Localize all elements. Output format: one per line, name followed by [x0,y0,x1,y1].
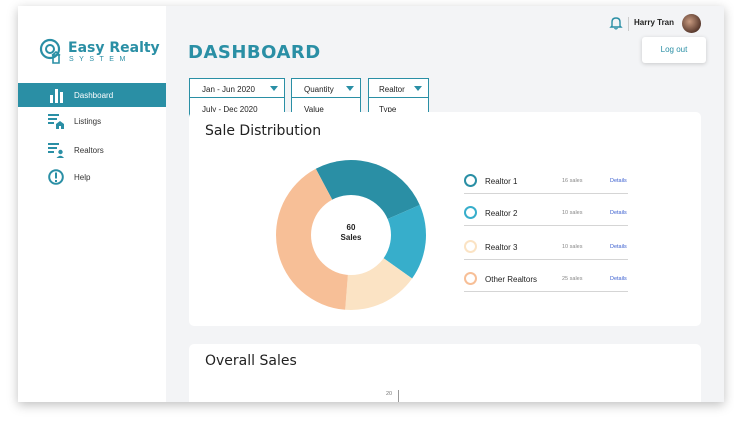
metric-dropdown[interactable]: Quantity [291,78,361,98]
card-title: Sale Distribution [205,123,322,139]
sidebar-item-realtors[interactable]: Realtors [18,138,166,162]
legend-row-realtor-2: Realtor 2 10 sales Details [464,202,628,226]
page-title: DASHBOARD [188,42,321,63]
logo-title: Easy Realty [68,40,160,56]
bell-icon[interactable] [609,16,623,30]
sidebar-item-listings[interactable]: Listings [18,109,166,133]
user-name[interactable]: Harry Tran [634,18,674,27]
dropdown-selected-value: Realtor [379,85,405,94]
legend-name: Realtor 2 [485,209,518,218]
legend-name: Realtor 3 [485,243,518,252]
details-link[interactable]: Details [610,210,627,216]
legend-name: Realtor 1 [485,177,518,186]
legend-count: 10 sales [562,210,583,216]
legend-marker-icon [464,272,477,285]
legend-count: 25 sales [562,276,583,282]
card-title: Overall Sales [205,353,297,369]
logo-subtitle: SYSTEM [69,56,131,63]
legend-name: Other Realtors [485,275,538,284]
caret-down-icon [414,86,422,91]
sale-distribution-card: Sale Distribution 60 Sales Realtor 1 16 … [189,112,701,326]
overall-sales-card: Overall Sales [189,344,701,402]
legend-marker-icon [464,206,477,219]
dropdown-selected-value: Jan - Jun 2020 [202,85,255,94]
topbar-divider [628,17,629,31]
details-link[interactable]: Details [610,244,627,250]
logout-button[interactable]: Log out [642,37,706,63]
legend-marker-icon [464,240,477,253]
donut-chart: 60 Sales [276,160,426,310]
sidebar-item-dashboard[interactable]: Dashboard [18,83,166,107]
app-window: Easy Realty SYSTEM Dashboard Listings Re… [18,6,724,402]
sidebar: Easy Realty SYSTEM Dashboard Listings Re… [18,6,166,402]
listings-house-icon [48,114,64,129]
sidebar-item-help[interactable]: Help [18,165,166,189]
avatar[interactable] [682,14,701,33]
donut-center-label: Sales [341,233,362,242]
realtors-person-icon [48,143,64,158]
main-content: DASHBOARD Harry Tran Log out Jan - Jun 2… [166,6,724,402]
exclamation-circle-icon [48,169,64,185]
dropdown-selected-value: Quantity [304,85,334,94]
legend-count: 10 sales [562,244,583,250]
date-range-dropdown[interactable]: Jan - Jun 2020 [189,78,285,98]
y-axis-tick-label: 20 [386,391,393,397]
legend-row-realtor-3: Realtor 3 10 sales Details [464,236,628,260]
sidebar-item-label: Listings [74,117,102,126]
y-axis-line [398,390,399,402]
caret-down-icon [346,86,354,91]
details-link[interactable]: Details [610,178,627,184]
bar-chart-icon [50,89,63,103]
sidebar-item-label: Dashboard [74,91,114,100]
app-logo[interactable]: Easy Realty SYSTEM [38,36,162,70]
sidebar-item-label: Help [74,173,91,182]
legend-row-other-realtors: Other Realtors 25 sales Details [464,268,628,292]
caret-down-icon [270,86,278,91]
sidebar-item-label: Realtors [74,146,104,155]
legend-row-realtor-1: Realtor 1 16 sales Details [464,170,628,194]
group-by-dropdown[interactable]: Realtor [368,78,429,98]
legend-marker-icon [464,174,477,187]
location-pin-logo-icon [39,38,61,64]
details-link[interactable]: Details [610,276,627,282]
donut-center-value: 60 [347,223,356,232]
legend-count: 16 sales [562,178,583,184]
